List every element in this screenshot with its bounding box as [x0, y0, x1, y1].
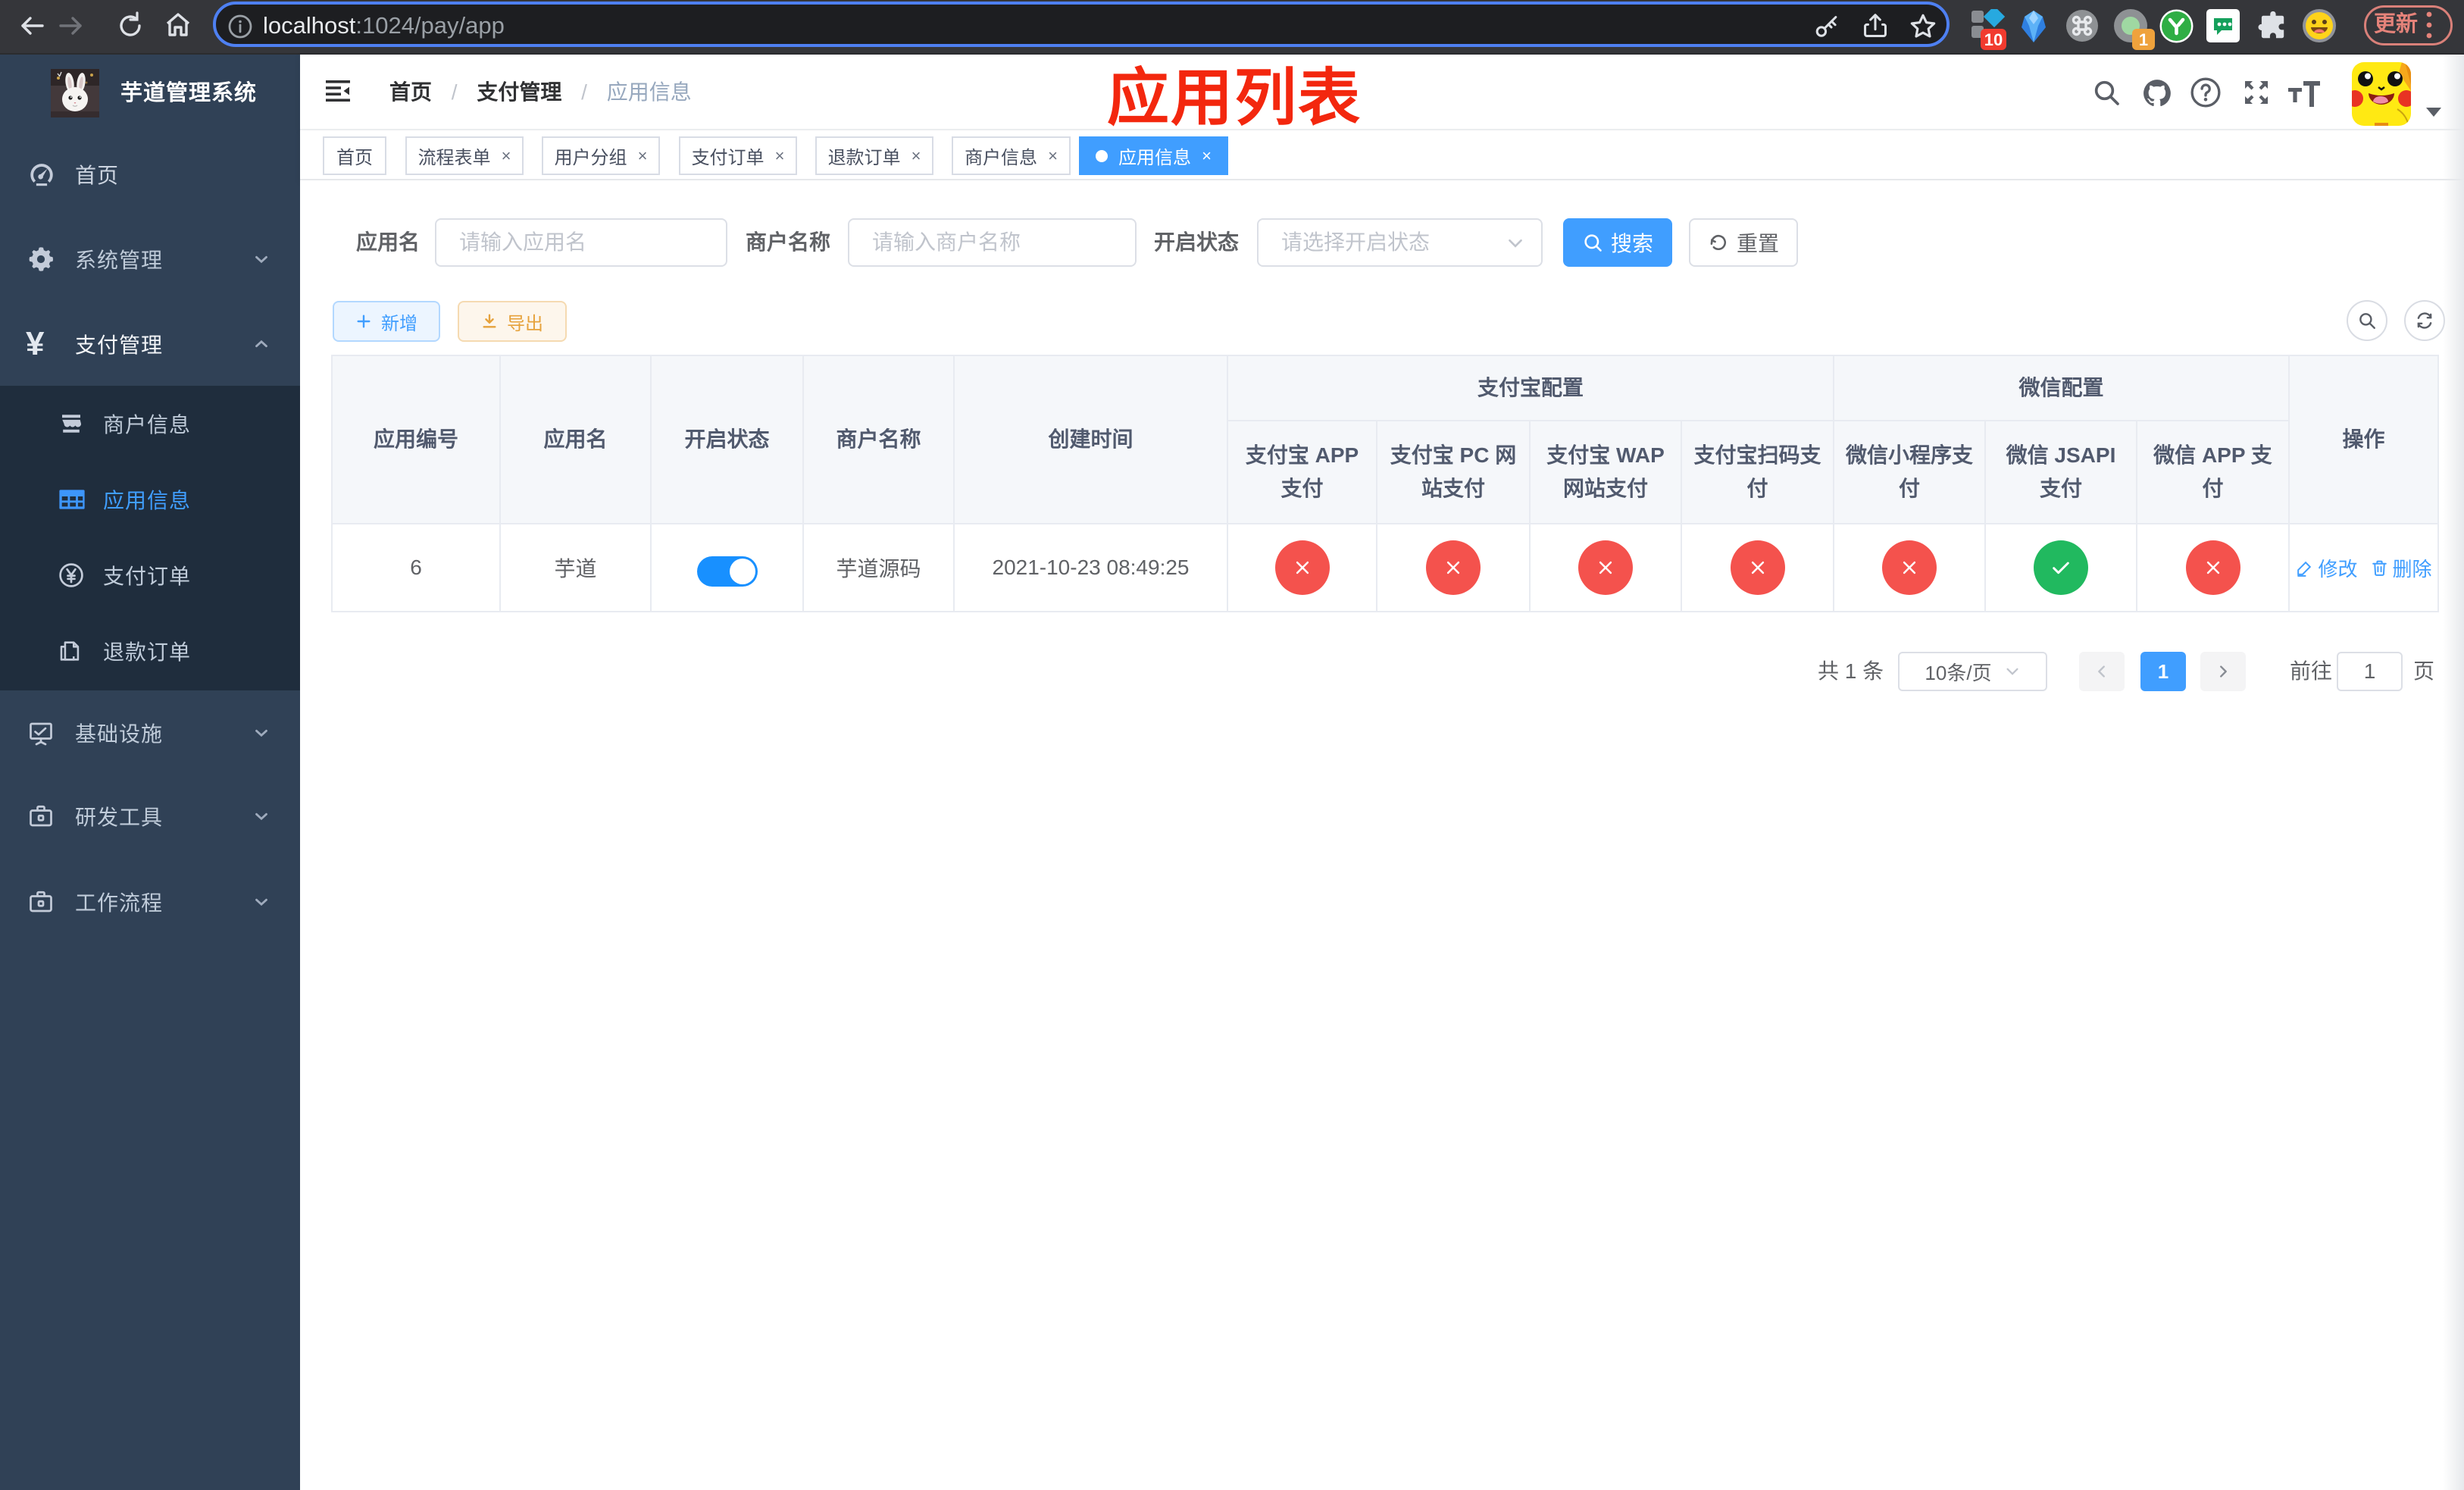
svg-text:1: 1 [2139, 30, 2148, 49]
svg-text:10: 10 [1984, 30, 2003, 49]
